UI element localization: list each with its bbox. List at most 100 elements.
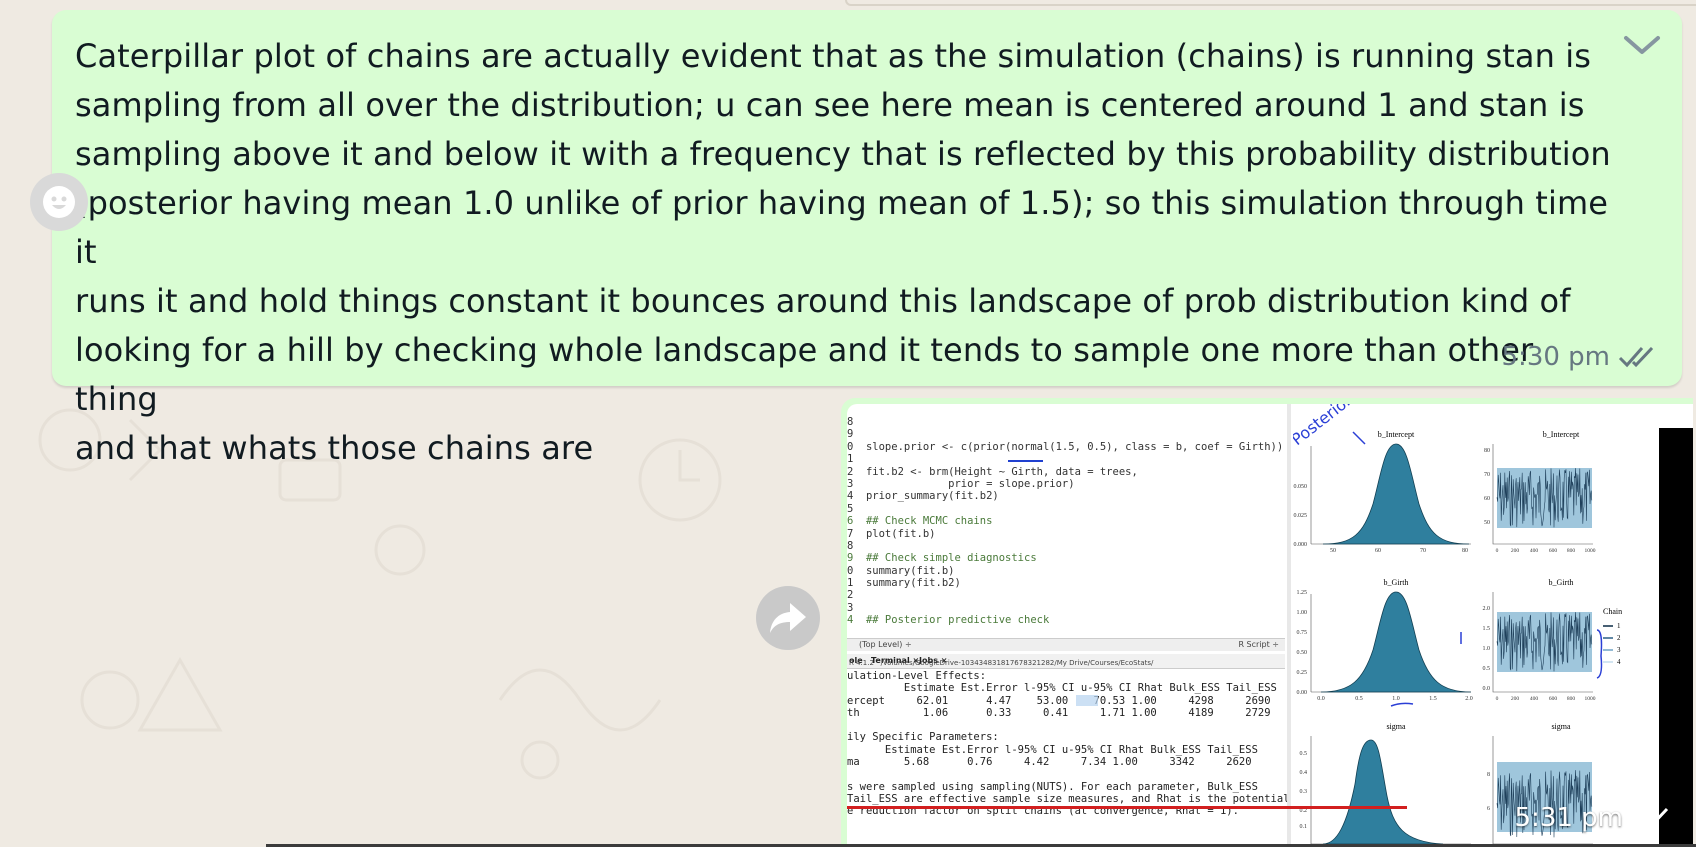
mcmc-plot: b_Intercept b_Intercept b_Girth b_Girth … bbox=[1293, 404, 1622, 845]
plot-title: sigma bbox=[1551, 722, 1571, 731]
code-line: 7 plot(fit.b) bbox=[847, 527, 936, 540]
trace2-yticks: 0.0 0.5 1.0 1.5 2.0 bbox=[1483, 606, 1491, 692]
message-line: and that whats those chains are bbox=[75, 429, 594, 467]
message-line: (posterior having mean 1.0 unlike of pri… bbox=[75, 184, 1608, 271]
code-line: 0 summary(fit.b) bbox=[847, 564, 955, 577]
message-line: sampling above it and below it with a fr… bbox=[75, 135, 1611, 173]
density-sigma bbox=[1322, 739, 1444, 845]
tick-label: 1.5 bbox=[1429, 696, 1437, 702]
tick-label: 0.4 bbox=[1300, 770, 1308, 776]
tick-label: 60 bbox=[1484, 496, 1490, 502]
plots-pane: b_Intercept b_Intercept b_Girth b_Girth … bbox=[1293, 404, 1688, 847]
chevron-down-icon[interactable] bbox=[1620, 30, 1664, 60]
tick-label: 70 bbox=[1420, 548, 1426, 554]
tick-label: 60 bbox=[1375, 548, 1381, 554]
tick-label: 0.50 bbox=[1297, 650, 1308, 656]
tick-label: 70 bbox=[1484, 472, 1490, 478]
wallpaper-doodle bbox=[498, 668, 662, 780]
message-line: Caterpillar plot of chains are actually … bbox=[75, 37, 1592, 75]
tick-label: 0.0 bbox=[1483, 686, 1491, 692]
tick-label: 0.5 bbox=[1300, 751, 1308, 757]
tick-label: 0.00 bbox=[1297, 690, 1308, 696]
underline-annotation bbox=[1008, 460, 1043, 462]
double-check-icon bbox=[1633, 807, 1669, 829]
tick-label: 2.0 bbox=[1465, 696, 1473, 702]
tick-label: 80 bbox=[1484, 448, 1490, 454]
tick-label: 1.5 bbox=[1483, 626, 1491, 632]
density2-xticks: 0.0 0.5 1.0 1.5 2.0 bbox=[1317, 696, 1473, 702]
forward-icon bbox=[770, 603, 806, 633]
screenshot-image[interactable]: 8 9 0 slope.prior <- c(prior(normal(1.5,… bbox=[847, 404, 1693, 847]
console-line: Tail_ESS are effective sample size measu… bbox=[847, 792, 1290, 805]
legend-item: 4 bbox=[1617, 658, 1621, 666]
tick-label: 8 bbox=[1487, 772, 1490, 778]
density-b-girth bbox=[1320, 591, 1472, 693]
tick-label: 0.5 bbox=[1355, 696, 1363, 702]
tick-label: 1.00 bbox=[1297, 610, 1308, 616]
console-line: Estimate Est.Error l-95% CI u-95% CI Rha… bbox=[847, 743, 1258, 756]
tick-label: 1000 bbox=[1585, 548, 1596, 554]
message-meta: 5:30 pm bbox=[1502, 342, 1658, 372]
tick-label: 0 bbox=[1496, 696, 1499, 702]
tick-label: 6 bbox=[1487, 806, 1490, 812]
console-line: ercept 62.01 4.47 53.00 70.53 1.00 4298 … bbox=[847, 694, 1271, 707]
code-line: 3 bbox=[847, 601, 854, 614]
tick-label: 0.025 bbox=[1294, 513, 1308, 519]
plot-title: b_Girth bbox=[1549, 578, 1574, 587]
console-line: ma 5.68 0.76 4.42 7.34 1.00 3342 2620 bbox=[847, 756, 1252, 769]
tick-label: 800 bbox=[1567, 696, 1576, 702]
tick-label: 1.25 bbox=[1297, 590, 1308, 596]
density3-yticks: 0.1 0.2 0.3 0.4 0.5 bbox=[1300, 751, 1308, 830]
tick-label: 1000 bbox=[1585, 696, 1596, 702]
text-selection-highlight bbox=[1076, 695, 1098, 706]
emoji-reaction-button[interactable] bbox=[30, 173, 88, 231]
trace1-xticks: 0 200 400 600 800 1000 bbox=[1496, 548, 1596, 554]
double-check-icon bbox=[1618, 346, 1654, 368]
code-line: 1 summary(fit.b2) bbox=[847, 577, 961, 590]
tick-label: 200 bbox=[1511, 696, 1520, 702]
code-line: 6 ## Check MCMC chains bbox=[847, 515, 993, 528]
legend-item: 2 bbox=[1617, 634, 1621, 642]
editor-statusbar: (Top Level) ÷ R Script ÷ bbox=[847, 638, 1285, 651]
console-line: ulation-Level Effects: bbox=[847, 670, 987, 682]
trace2-xticks: 0 200 400 600 800 1000 bbox=[1496, 696, 1596, 702]
code-line: 1 bbox=[847, 453, 854, 466]
tick-label: 400 bbox=[1530, 696, 1539, 702]
outgoing-text-message[interactable]: Caterpillar plot of chains are actually … bbox=[30, 10, 1682, 467]
legend-title: Chain bbox=[1603, 607, 1622, 616]
forward-button[interactable] bbox=[756, 586, 820, 650]
code-line: 3 prior = slope.prior) bbox=[847, 477, 1075, 490]
tick-label: 400 bbox=[1530, 548, 1539, 554]
tick-label: 0.050 bbox=[1294, 484, 1308, 490]
tick-label: 0.000 bbox=[1294, 542, 1308, 548]
code-line: 4 ## Posterior predictive check bbox=[847, 614, 1050, 627]
code-line: 2 bbox=[847, 589, 854, 602]
code-line: 8 bbox=[847, 539, 854, 552]
pane-divider[interactable] bbox=[1287, 404, 1291, 847]
tick-label: 80 bbox=[1462, 548, 1468, 554]
tick-label: 800 bbox=[1567, 548, 1576, 554]
tick-label: 50 bbox=[1330, 548, 1336, 554]
console-line: s were sampled using sampling(NUTS). For… bbox=[847, 780, 1258, 793]
console-line: ily Specific Parameters: bbox=[847, 731, 999, 744]
outgoing-image-message[interactable]: 8 9 0 slope.prior <- c(prior(normal(1.5,… bbox=[841, 398, 1693, 847]
previous-message-edge bbox=[845, 0, 1696, 6]
legend-item: 3 bbox=[1617, 646, 1621, 654]
chain-legend: 1 2 3 4 bbox=[1603, 622, 1621, 666]
image-meta: 5:31 pm bbox=[1515, 803, 1673, 833]
tick-label: 0.25 bbox=[1297, 670, 1308, 676]
code-line: 0 slope.prior <- c(prior(normal(1.5, 0.5… bbox=[847, 440, 1284, 453]
tick-label: 200 bbox=[1511, 548, 1520, 554]
plot-title: b_Girth bbox=[1384, 578, 1409, 587]
image-time: 5:31 pm bbox=[1514, 803, 1623, 833]
plot-title: sigma bbox=[1386, 722, 1406, 731]
handwritten-annotation: Posterior bbox=[1293, 404, 1356, 449]
video-progress[interactable] bbox=[847, 806, 1407, 809]
message-line: sampling from all over the distribution;… bbox=[75, 86, 1585, 124]
tick-label: 0.0 bbox=[1317, 696, 1325, 702]
annotation-mark bbox=[1390, 702, 1414, 707]
tick-label: 600 bbox=[1549, 696, 1558, 702]
code-line: 8 bbox=[847, 416, 854, 428]
